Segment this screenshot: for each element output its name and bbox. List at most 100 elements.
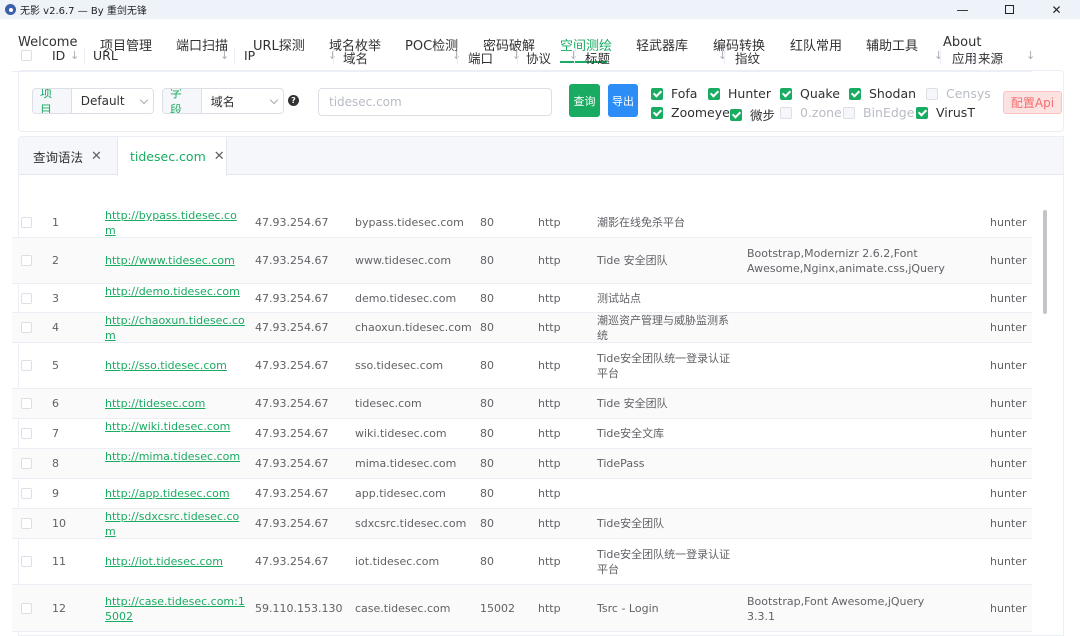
cell-port: 80 [480,254,494,267]
row-checkbox[interactable] [21,255,32,266]
search-input[interactable] [318,88,552,116]
cell-port: 80 [480,427,494,440]
column-header-1[interactable]: URL [93,48,118,63]
column-header-4[interactable]: 端口 [468,48,493,67]
url-link[interactable]: http://bypass.tidesec.com [105,208,245,238]
config-api-button[interactable]: 配置Api [1003,91,1062,114]
sort-arrow-icon[interactable]: ↓ [934,49,943,62]
close-icon[interactable]: ✕ [214,149,225,164]
tab-query-syntax[interactable]: 查询语法 ✕ [33,137,115,175]
row-checkbox[interactable] [21,428,32,439]
cell-ip: 47.93.254.67 [255,457,329,470]
url-link[interactable]: http://wiki.tidesec.com [105,419,245,434]
cell-port: 80 [480,457,494,470]
row-checkbox[interactable] [21,556,32,567]
column-divider [234,48,235,64]
table-row[interactable]: 6 http://tidesec.com 47.93.254.67 tidesec.c… [12,389,1032,419]
url-link[interactable]: http://demo.tidesec.com [105,284,245,299]
cell-proto: http [538,254,561,267]
engine-checkbox-fofa[interactable]: Fofa [651,86,697,101]
sort-arrow-icon[interactable]: ↓ [1026,49,1035,62]
close-icon[interactable]: ✕ [91,149,102,164]
engine-checkbox-quake[interactable]: Quake [780,86,840,101]
cell-title: Tide安全团队 [597,517,665,530]
sort-arrow-icon[interactable]: ↓ [220,49,229,62]
url-link[interactable]: http://www.tidesec.com [105,253,245,268]
engine-checkbox-zoomeye[interactable]: Zoomeye [651,105,730,120]
url-link[interactable]: http://mima.tidesec.com [105,449,245,464]
table-row[interactable]: 7 http://wiki.tidesec.com 47.93.254.67 wiki… [12,419,1032,449]
url-link[interactable]: http://sso.tidesec.com [105,358,245,373]
cell-ip: 47.93.254.67 [255,321,329,334]
url-link[interactable]: http://tidesec.com [105,396,245,411]
project-select[interactable]: 项目 Default [32,88,154,114]
chevron-down-icon [269,95,279,105]
row-checkbox[interactable] [21,217,32,228]
minimize-icon[interactable]: — [939,0,986,19]
table-row[interactable]: 5 http://sso.tidesec.com 47.93.254.67 sso.t… [12,343,1032,389]
cell-domain: wiki.tidesec.com [355,427,447,440]
row-checkbox[interactable] [21,293,32,304]
select-all-checkbox[interactable] [21,50,32,61]
column-header-2[interactable]: IP [244,48,255,63]
cell-id: 8 [52,457,59,470]
row-checkbox[interactable] [21,603,32,614]
url-link[interactable]: http://case.tidesec.com:15002 [105,594,245,624]
table-row[interactable]: 9 http://app.tidesec.com 47.93.254.67 app.t… [12,479,1032,509]
engine-label: Fofa [671,86,698,101]
cell-domain: chaoxun.tidesec.com [355,321,472,334]
sort-arrow-icon[interactable]: ↓ [70,49,79,62]
row-checkbox[interactable] [21,360,32,371]
url-link[interactable]: http://chaoxun.tidesec.com [105,313,245,343]
close-window-icon[interactable]: ✕ [1033,0,1080,19]
tab-tidesec-result[interactable]: tidesec.com ✕ [117,137,227,176]
maximize-icon[interactable] [986,0,1033,19]
engine-checkbox-hunter[interactable]: Hunter [708,86,771,101]
row-checkbox[interactable] [21,398,32,409]
sort-arrow-icon[interactable]: ↓ [718,49,727,62]
row-checkbox[interactable] [21,458,32,469]
column-header-9[interactable]: 来源 [978,48,1003,67]
table-row[interactable]: 12 http://case.tidesec.com:15002 59.110.15… [12,585,1032,632]
engine-checkbox-shodan[interactable]: Shodan [849,86,916,101]
cell-proto: http [538,487,561,500]
table-scrollbar[interactable] [1043,210,1047,314]
row-checkbox[interactable] [21,488,32,499]
column-header-3[interactable]: 域名 [343,48,368,67]
engine-checkbox-censys: Censys [926,86,991,101]
row-checkbox[interactable] [21,322,32,333]
query-button[interactable]: 查询 [569,84,600,117]
table-row[interactable]: 11 http://iot.tidesec.com 47.93.254.67 iot.… [12,539,1032,585]
help-icon[interactable]: ? [288,95,299,106]
cell-domain: www.tidesec.com [355,254,452,267]
field-value: 域名 [210,94,235,109]
column-divider [457,48,458,64]
table-row[interactable]: 10 http://sdxcsrc.tidesec.com 47.93.254.67… [12,509,1032,539]
cell-ip: 47.93.254.67 [255,487,329,500]
engine-checkbox-virust[interactable]: VirusT [916,105,975,120]
table-row[interactable]: 2 http://www.tidesec.com 47.93.254.67 www.t… [12,238,1032,284]
cell-ip: 47.93.254.67 [255,427,329,440]
table-row[interactable]: 1 http://bypass.tidesec.com 47.93.254.67 by… [12,208,1032,238]
cell-port: 80 [480,517,494,530]
url-link[interactable]: http://app.tidesec.com [105,486,245,501]
cell-port: 80 [480,487,494,500]
table-row[interactable]: 8 http://mima.tidesec.com 47.93.254.67 mima… [12,449,1032,479]
column-header-7[interactable]: 指纹 [735,48,760,67]
column-header-0[interactable]: ID [52,48,65,63]
field-select[interactable]: 字段 域名 [162,88,284,114]
url-link[interactable]: http://sdxcsrc.tidesec.com [105,509,245,539]
cell-ip: 59.110.153.130 [255,602,343,615]
row-checkbox[interactable] [21,518,32,529]
export-button[interactable]: 导出 [608,84,638,117]
column-header-5[interactable]: 协议 [526,48,551,67]
table-row[interactable]: 3 http://demo.tidesec.com 47.93.254.67 demo… [12,284,1032,313]
column-header-6[interactable]: 标题 [585,48,610,67]
cell-domain: bypass.tidesec.com [355,216,464,229]
column-header-8[interactable]: 应用 [952,48,977,67]
column-divider [517,48,518,64]
url-link[interactable]: http://iot.tidesec.com [105,554,245,569]
engine-checkbox-微步[interactable]: 微步 [730,105,775,124]
table-row[interactable]: 4 http://chaoxun.tidesec.com 47.93.254.67 c… [12,313,1032,343]
engine-checkbox-binedge: BinEdge [843,105,914,120]
